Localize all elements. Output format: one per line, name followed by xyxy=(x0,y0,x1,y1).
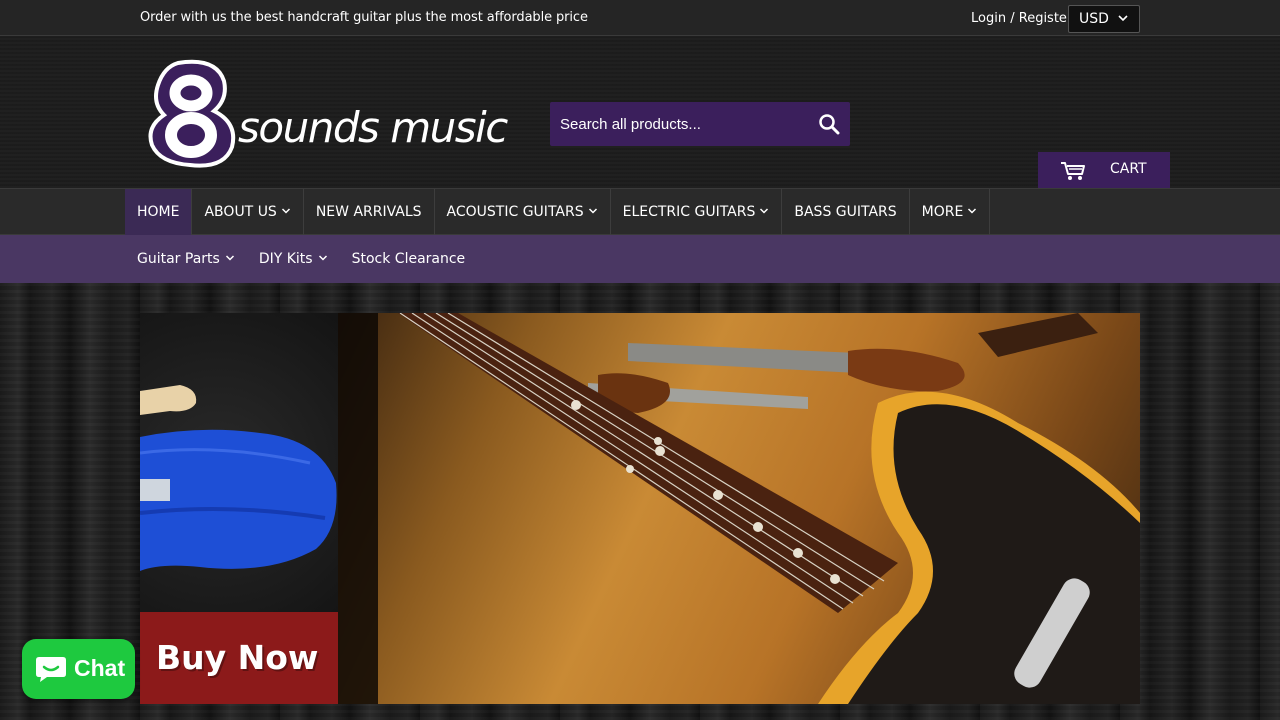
subnav-item-label: Guitar Parts xyxy=(137,251,220,267)
banner-left-image: Buy Now xyxy=(140,313,338,704)
hero-banner[interactable]: Buy Now xyxy=(140,313,1140,704)
cart-button[interactable]: CART xyxy=(1038,152,1170,188)
nav-item-label: ACOUSTIC GUITARS xyxy=(446,204,584,220)
subnav-item-diy-kits[interactable]: DIY Kits xyxy=(247,235,340,283)
site-header: 8 sounds music CART xyxy=(0,37,1280,188)
chevron-down-icon xyxy=(281,206,291,219)
nav-item-label: ELECTRIC GUITARS xyxy=(622,204,756,220)
buy-now-cta[interactable]: Buy Now xyxy=(140,612,338,704)
currency-select[interactable]: USD xyxy=(1068,5,1140,33)
guitar-workbench-image xyxy=(338,313,1140,704)
chevron-down-icon xyxy=(759,206,769,219)
search-bar xyxy=(550,102,850,146)
subnav-item-stock-clearance[interactable]: Stock Clearance xyxy=(340,235,478,283)
cart-icon xyxy=(1060,161,1086,185)
logo-text: sounds music xyxy=(238,103,508,152)
nav-item-label: ABOUT US xyxy=(204,204,277,220)
search-icon[interactable] xyxy=(818,113,840,135)
secondary-navigation: Guitar Parts DIY Kits Stock Clearance xyxy=(0,235,1280,283)
chevron-down-icon xyxy=(967,206,977,219)
main-navigation: HOME ABOUT US NEW ARRIVALS ACOUSTIC GUIT… xyxy=(0,188,1280,235)
chevron-down-icon xyxy=(588,206,598,219)
announcement-text: Order with us the best handcraft guitar … xyxy=(140,10,588,25)
nav-item-acoustic-guitars[interactable]: ACOUSTIC GUITARS xyxy=(435,189,611,235)
cart-label: CART xyxy=(1110,161,1147,177)
svg-text:8: 8 xyxy=(146,59,147,60)
nav-item-about-us[interactable]: ABOUT US xyxy=(192,189,304,235)
nav-item-label: MORE xyxy=(921,204,964,220)
register-link[interactable]: Register xyxy=(1019,11,1073,26)
search-input[interactable] xyxy=(550,102,800,146)
currency-value: USD xyxy=(1079,11,1109,27)
buy-now-label: Buy Now xyxy=(156,638,319,677)
subnav-item-label: DIY Kits xyxy=(258,251,313,267)
chat-bubble-icon xyxy=(35,655,67,687)
announcement-bar: Order with us the best handcraft guitar … xyxy=(0,0,1280,36)
site-logo[interactable]: 8 sounds music xyxy=(146,59,508,169)
chat-widget-button[interactable]: Chat xyxy=(22,639,135,699)
account-links: Login / Register xyxy=(971,11,1072,26)
nav-item-electric-guitars[interactable]: ELECTRIC GUITARS xyxy=(611,189,783,235)
nav-item-label: HOME xyxy=(137,204,180,220)
chevron-down-icon xyxy=(1117,12,1129,28)
chat-label: Chat xyxy=(74,655,126,681)
logo-mark-icon: 8 xyxy=(146,59,236,168)
nav-item-label: NEW ARRIVALS xyxy=(315,204,422,220)
nav-item-more[interactable]: MORE xyxy=(910,189,991,235)
login-link[interactable]: Login xyxy=(971,11,1006,26)
subnav-item-guitar-parts[interactable]: Guitar Parts xyxy=(125,235,247,283)
account-separator: / xyxy=(1010,11,1015,26)
blue-guitar-image xyxy=(140,385,337,571)
subnav-item-label: Stock Clearance xyxy=(351,251,466,267)
nav-item-home[interactable]: HOME xyxy=(125,189,193,235)
chevron-down-icon xyxy=(225,253,235,266)
banner-main-image xyxy=(338,313,1140,704)
nav-item-label: BASS GUITARS xyxy=(794,204,897,220)
nav-item-new-arrivals[interactable]: NEW ARRIVALS xyxy=(304,189,435,235)
chevron-down-icon xyxy=(318,253,328,266)
nav-item-bass-guitars[interactable]: BASS GUITARS xyxy=(782,189,910,235)
